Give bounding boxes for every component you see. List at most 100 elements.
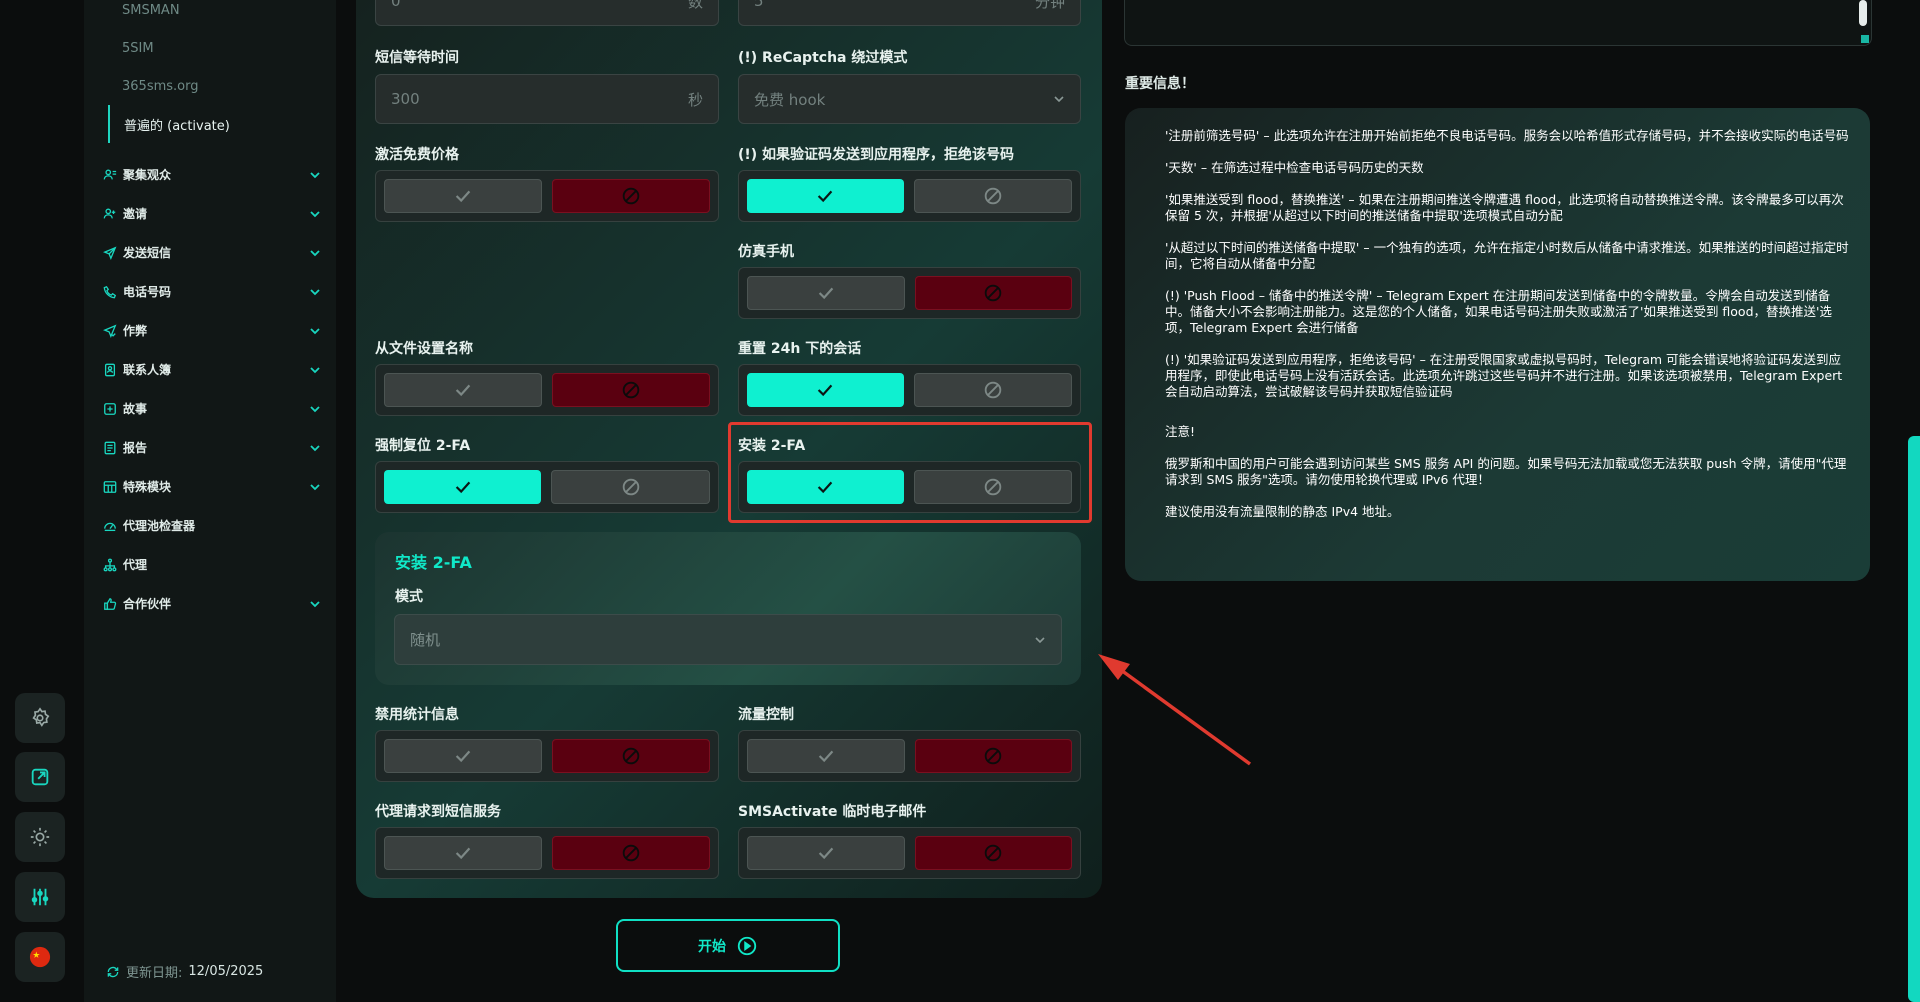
toggle-no-option[interactable] <box>913 373 1072 407</box>
start-button[interactable]: 开始 <box>616 919 840 972</box>
mode-label: 模式 <box>395 589 423 605</box>
module-grid-icon <box>102 479 118 495</box>
sidebar-nav-item[interactable]: 联系人簿 <box>102 350 322 389</box>
mode-select[interactable]: 随机 <box>394 614 1062 665</box>
emulate-phone-toggle <box>738 267 1081 319</box>
ban-icon <box>622 844 640 862</box>
flag-china-icon[interactable] <box>15 932 65 982</box>
toggle-yes-option[interactable] <box>384 373 542 407</box>
sidebar-nav-label: 电话号码 <box>123 285 172 299</box>
sidebar-nav-item[interactable]: 发送短信 <box>102 233 322 272</box>
chevron-down-icon <box>308 246 322 260</box>
sidebar-nav-item[interactable]: 报告 <box>102 428 322 467</box>
play-circle-icon <box>737 936 757 955</box>
sms-service-item[interactable]: SMSMAN <box>108 0 318 29</box>
sidebar-nav-item[interactable]: 作弊 <box>102 311 322 350</box>
days-field[interactable]: 0 数 <box>375 0 719 26</box>
resize-handle-icon[interactable] <box>1861 35 1869 43</box>
sidebar-nav-item[interactable]: 故事 <box>102 389 322 428</box>
check-icon <box>818 384 833 397</box>
proxy-sms-label: 代理请求到短信服务 <box>375 804 501 820</box>
toggle-yes-option[interactable] <box>747 276 905 310</box>
theme-sun-icon[interactable] <box>15 812 65 862</box>
chevron-down-icon <box>308 441 322 455</box>
sidebar-nav-item[interactable]: 聚集观众 <box>102 155 322 194</box>
toggle-yes-option[interactable] <box>747 739 905 773</box>
toggle-no-option[interactable] <box>914 276 1072 310</box>
toggle-yes-option[interactable] <box>747 179 904 213</box>
sidebar-nav-label: 发送短信 <box>123 246 172 260</box>
updated-date: 12/05/2025 <box>188 964 264 979</box>
sidebar-nav-item[interactable]: 合作伙伴 <box>102 584 322 623</box>
sms-service-item[interactable]: 365sms.org <box>108 67 318 105</box>
info-paragraph: '天数' – 在筛选过程中检查电话号码历史的天数 <box>1165 160 1424 175</box>
toggle-yes-option[interactable] <box>384 836 542 870</box>
toggle-no-option[interactable] <box>552 836 710 870</box>
sidebar-nav-item[interactable]: 电话号码 <box>102 272 322 311</box>
toggle-yes-option[interactable] <box>747 373 904 407</box>
info-heading: 重要信息！ <box>1125 76 1195 92</box>
temp-email-toggle <box>738 827 1081 879</box>
sms-service-item-active[interactable]: 普遍的 (activate) <box>108 105 318 143</box>
info-paragraph: '注册前筛选号码' – 此选项允许在注册开始前拒绝不良电话号码。服务会以哈希值形… <box>1165 128 1849 143</box>
ban-icon <box>622 187 640 205</box>
sms-wait-value: 300 <box>391 90 420 108</box>
chevron-down-icon <box>308 324 322 338</box>
ban-icon <box>985 747 1002 765</box>
contacts-book-icon <box>102 362 118 378</box>
sms-service-list: SMSMAN 5SIM 365sms.org 普遍的 (activate) <box>108 0 318 143</box>
toggle-no-option[interactable] <box>552 179 710 213</box>
sms-wait-input[interactable]: 300 秒 <box>375 74 719 124</box>
toggle-no-option[interactable] <box>551 470 710 504</box>
phone-icon <box>102 284 118 300</box>
report-icon <box>102 440 118 456</box>
settings-icon[interactable] <box>15 693 65 743</box>
sidebar-nav-item[interactable]: 特殊模块 <box>102 467 322 506</box>
ban-icon <box>622 478 639 496</box>
chevron-down-icon <box>308 480 322 494</box>
toggle-no-option[interactable] <box>552 739 710 773</box>
sms-service-item[interactable]: 5SIM <box>108 29 318 67</box>
check-icon <box>455 384 471 397</box>
external-link-icon[interactable] <box>15 752 65 802</box>
sidebar-nav-label: 邀请 <box>123 207 148 221</box>
chevron-down-icon <box>308 597 322 611</box>
ban-icon <box>984 381 1001 399</box>
free-price-toggle <box>375 170 719 222</box>
toggle-no-option[interactable] <box>913 179 1072 213</box>
toggle-no-option[interactable] <box>552 373 710 407</box>
sidebar-nav-item[interactable]: 代理池检查器 <box>102 506 322 545</box>
reject-app-label: (!) 如果验证码发送到应用程序，拒绝该号码 <box>738 147 1015 163</box>
highlight-frame <box>728 422 1092 523</box>
chevron-down-icon <box>308 168 322 182</box>
recaptcha-select[interactable]: 免费 hook <box>738 74 1081 124</box>
traffic-control-toggle <box>738 730 1081 782</box>
page-scrollbar[interactable] <box>1908 436 1920 1002</box>
chevron-down-icon <box>308 363 322 377</box>
toggle-yes-option[interactable] <box>384 470 541 504</box>
icon-rail <box>0 0 84 1002</box>
sidebar-nav-item[interactable]: 邀请 <box>102 194 322 233</box>
sidebar-nav-label: 代理 <box>123 558 148 572</box>
toggle-no-option[interactable] <box>914 836 1072 870</box>
reset-sessions-toggle <box>738 364 1081 416</box>
textarea-box[interactable] <box>1124 0 1872 46</box>
textarea-scrollbar[interactable] <box>1859 0 1867 26</box>
toggle-yes-option[interactable] <box>384 179 542 213</box>
toggle-no-option[interactable] <box>914 739 1072 773</box>
check-icon <box>818 847 833 860</box>
sidebar: SMSMAN 5SIM 365sms.org 普遍的 (activate) 聚集… <box>84 0 336 1002</box>
sliders-icon[interactable] <box>15 872 65 922</box>
info-paragraph: (!) 'Push Flood – 储备中的推送令牌' – Telegram E… <box>1165 288 1832 335</box>
story-plus-icon <box>102 401 118 417</box>
check-icon <box>818 750 833 763</box>
sidebar-nav-item[interactable]: 代理 <box>102 545 322 584</box>
note-paragraph: 建议使用没有流量限制的静态 IPv4 地址。 <box>1165 504 1400 519</box>
minutes-field[interactable]: 5 分钟 <box>738 0 1081 26</box>
days-suffix: 数 <box>687 0 703 11</box>
send-icon <box>102 245 118 261</box>
check-icon <box>455 750 471 763</box>
toggle-yes-option[interactable] <box>384 739 542 773</box>
toggle-yes-option[interactable] <box>747 836 905 870</box>
minutes-suffix: 分钟 <box>1034 0 1065 11</box>
